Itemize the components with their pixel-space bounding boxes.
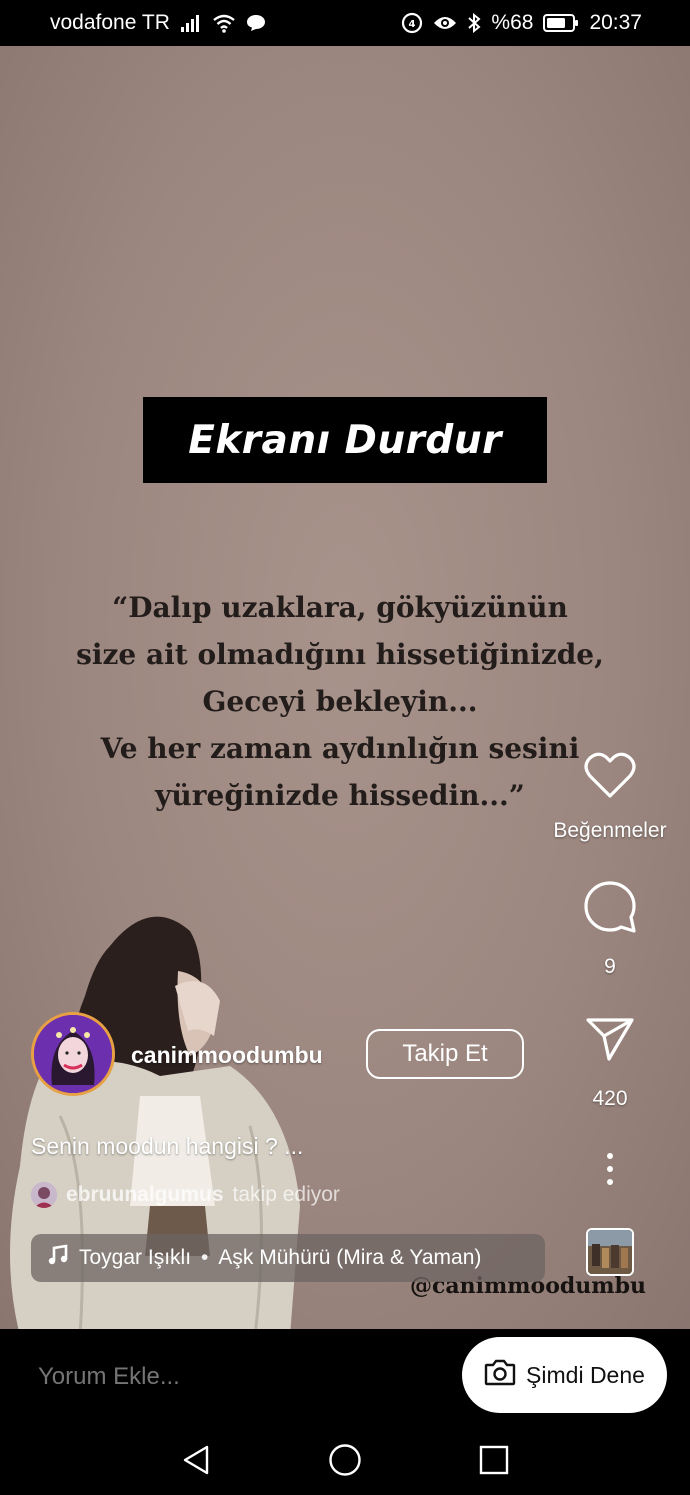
status-right: 4 %68 20:37 [401,11,642,35]
comment-bubble-icon [583,880,637,939]
audio-thumbnail[interactable] [586,1228,634,1276]
music-separator: • [201,1246,209,1269]
follower-info: ebruunalgumus takip ediyor [31,1182,340,1208]
share-count: 420 [592,1087,628,1110]
try-now-label: Şimdi Dene [526,1361,645,1388]
music-info[interactable]: Toygar Işıklı • Aşk Mühürü (Mira & Yaman… [31,1234,545,1282]
comment-button[interactable]: 9 [540,880,680,979]
carrier-name: vodafone TR [50,11,170,34]
music-title: Aşk Mühürü (Mira & Yaman) [218,1246,482,1269]
video-banner: Ekranı Durdur [143,397,547,483]
like-label: Beğenmeler [553,819,667,842]
post-caption[interactable]: Senin moodun hangisi ? ... [31,1133,303,1160]
audio-thumbnail-image [588,1230,632,1274]
heart-icon [584,752,636,805]
camera-icon [484,1358,516,1392]
comment-input[interactable] [38,1363,418,1391]
try-now-button[interactable]: Şimdi Dene [462,1337,667,1413]
svg-text:4: 4 [409,19,416,30]
share-button[interactable]: 420 [540,1016,680,1111]
post-username[interactable]: canimmoodumbu [131,1042,323,1069]
battery-percent: %68 [491,11,534,34]
more-vertical-icon [605,1152,615,1191]
eye-icon [433,14,457,32]
clock: 20:37 [589,11,642,34]
back-button[interactable] [179,1443,213,1477]
home-button[interactable] [328,1443,362,1477]
status-bar: vodafone TR 4 %68 20:37 [0,0,690,46]
follow-button[interactable]: Takip Et [366,1029,524,1079]
data-saver-icon: 4 [401,12,423,34]
battery-icon [543,13,579,33]
avatar-illustration [34,1015,112,1093]
profile-avatar[interactable] [31,1012,115,1096]
system-nav-bar [0,1425,690,1495]
quote-line: Geceyi bekleyin... [202,685,478,718]
back-triangle-icon [183,1445,209,1475]
status-left: vodafone TR [50,11,266,35]
follower-text: takip ediyor [232,1183,340,1206]
bluetooth-icon [467,13,481,33]
chat-bubble-icon [246,14,266,32]
quote-line: size ait olmadığını hissetiğinizde, [76,638,604,671]
wifi-icon [212,13,236,33]
send-icon [585,1016,635,1067]
signal-icon [180,14,202,32]
like-button[interactable]: Beğenmeler [540,752,680,843]
comment-count: 9 [604,955,616,978]
comment-bar: Şimdi Dene [0,1329,690,1425]
music-note-icon [47,1244,69,1272]
video-banner-text: Ekranı Durdur [188,417,502,463]
follower-avatar [31,1182,57,1208]
quote-line: “Dalıp uzaklara, gökyüzünün [112,591,568,624]
recents-button[interactable] [477,1443,511,1477]
home-circle-icon [329,1444,361,1476]
follower-username[interactable]: ebruunalgumus [66,1183,224,1207]
recents-square-icon [479,1445,509,1475]
more-options-button[interactable] [540,1152,680,1191]
music-artist: Toygar Işıklı [79,1246,192,1269]
